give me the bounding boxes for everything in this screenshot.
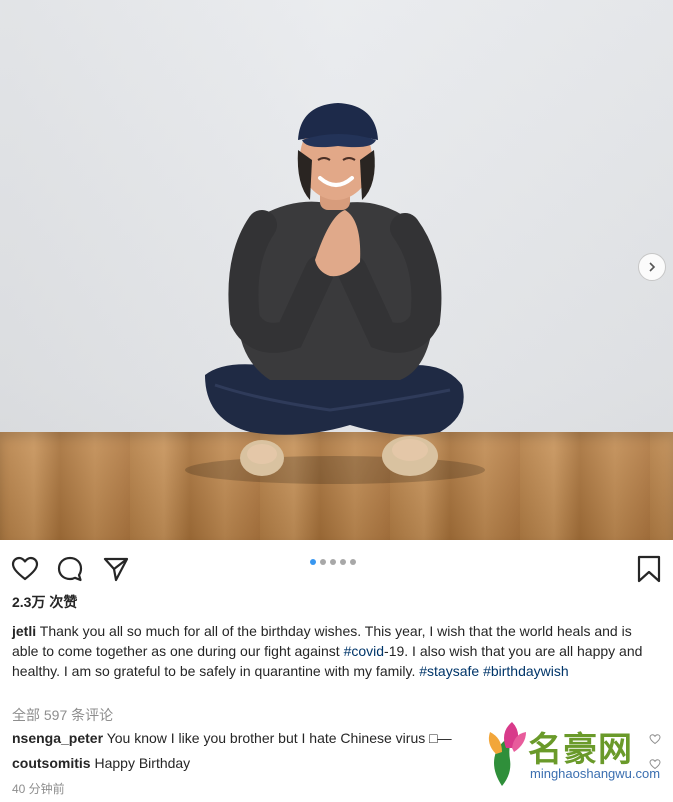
carousel-dot-active[interactable] — [310, 559, 316, 565]
comment-username[interactable]: nsenga_peter — [12, 730, 103, 746]
seated-man-illustration — [185, 103, 485, 484]
action-bar — [0, 548, 673, 588]
comment-text: Happy Birthday — [94, 755, 191, 771]
carousel-dot[interactable] — [320, 559, 326, 565]
watermark: 名豪网 minghaoshangwu.com — [478, 716, 673, 802]
hashtag-staysafe[interactable]: #staysafe — [419, 663, 479, 679]
comment-text: You know I like you brother but I hate C… — [106, 730, 452, 746]
comment-username[interactable]: coutsomitis — [12, 755, 91, 771]
post-photo[interactable] — [0, 0, 673, 540]
view-all-comments-link[interactable]: 全部 597 条评论 — [12, 705, 113, 725]
post-caption: jetli Thank you all so much for all of t… — [12, 621, 662, 681]
next-photo-button[interactable] — [638, 253, 666, 281]
post-timestamp[interactable]: 40 分钟前 — [12, 780, 65, 797]
share-icon[interactable] — [101, 554, 131, 584]
watermark-logo-icon — [488, 722, 526, 786]
watermark-url: minghaoshangwu.com — [530, 766, 661, 781]
hashtag-birthdaywish[interactable]: #birthdaywish — [483, 663, 569, 679]
chevron-right-icon — [649, 262, 656, 272]
hashtag-covid[interactable]: #covid — [344, 643, 384, 659]
comment-icon[interactable] — [55, 554, 85, 584]
carousel-dot[interactable] — [330, 559, 336, 565]
heart-icon[interactable] — [10, 554, 40, 584]
caption-username[interactable]: jetli — [12, 623, 36, 639]
carousel-dot[interactable] — [350, 559, 356, 565]
bookmark-icon[interactable] — [634, 554, 664, 584]
watermark-title: 名豪网 — [528, 730, 633, 770]
carousel-indicator — [310, 559, 356, 565]
carousel-dot[interactable] — [340, 559, 346, 565]
likes-count[interactable]: 2.3万 次赞 — [12, 592, 77, 612]
